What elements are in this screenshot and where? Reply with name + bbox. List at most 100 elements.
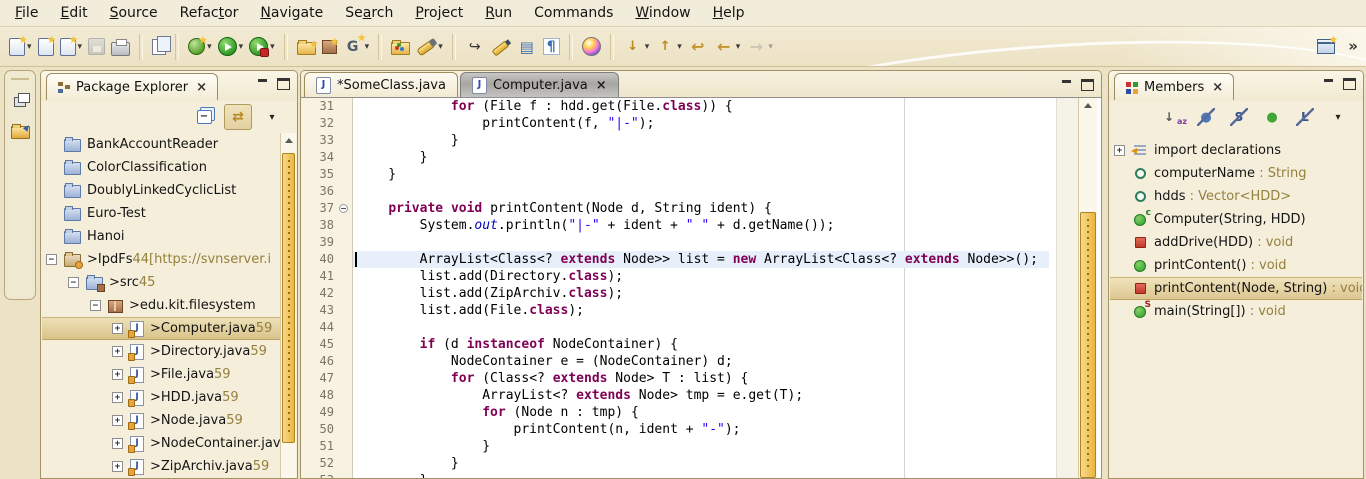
show-whitespace-button[interactable]: ¶ [540, 32, 563, 62]
close-view-icon[interactable]: × [196, 80, 207, 95]
synchronize-button[interactable] [149, 32, 169, 62]
new-class-button[interactable] [35, 32, 57, 62]
forward-button[interactable]: →▾ [743, 32, 776, 62]
close-view-icon[interactable]: × [1212, 80, 1223, 95]
dropdown-caret-icon[interactable]: ▾ [207, 42, 212, 52]
editor-scrollbar[interactable] [1078, 98, 1097, 478]
member-item-hdds[interactable]: hdds : Vector<HDD> [1110, 185, 1362, 208]
filter-static-button[interactable]: S [1226, 105, 1252, 129]
tree-item-Hanoi[interactable]: Hanoi [42, 225, 281, 248]
editor-tab-SomeClass.java[interactable]: J*SomeClass.java [304, 72, 458, 97]
dropdown-caret-icon[interactable]: ▾ [677, 42, 682, 52]
code-line-35[interactable]: 35 } [301, 166, 1049, 183]
tree-item-Directory.java[interactable]: +J> Directory.java 59 [42, 340, 281, 363]
highlighter-button[interactable] [488, 32, 514, 62]
menu-file[interactable]: File [4, 2, 49, 24]
menu-help[interactable]: Help [702, 2, 756, 24]
menu-run[interactable]: Run [474, 2, 523, 24]
maximize-button[interactable] [1343, 78, 1356, 89]
tree-item-edu.kit.filesystem[interactable]: −> edu.kit.filesystem [42, 294, 281, 317]
dropdown-caret-icon[interactable]: ▾ [78, 42, 83, 52]
code-line-31[interactable]: 31 for (File f : hdd.get(File.class)) { [301, 98, 1049, 115]
menu-commands[interactable]: Commands [523, 2, 624, 24]
menu-window[interactable]: Window [624, 2, 701, 24]
tree-item-HDD.java[interactable]: +J> HDD.java 59 [42, 386, 281, 409]
last-edit-location-button[interactable]: ↩ [685, 32, 711, 62]
code-line-47[interactable]: 47 for (Class<? extends Node> T : list) … [301, 370, 1049, 387]
dropdown-caret-icon[interactable]: ▾ [768, 42, 773, 52]
code-line-38[interactable]: 38 System.out.println("|-" + ident + " "… [301, 217, 1049, 234]
code-line-49[interactable]: 49 for (Node n : tmp) { [301, 404, 1049, 421]
maximize-button[interactable] [1081, 79, 1094, 90]
code-line-43[interactable]: 43 list.add(File.class); [301, 302, 1049, 319]
code-line-45[interactable]: 45 if (d instanceof NodeContainer) { [301, 336, 1049, 353]
sort-button[interactable]: ↓ [1160, 105, 1186, 129]
restore-view-button[interactable] [8, 90, 32, 114]
code-line-48[interactable]: 48 ArrayList<? extends Node> tmp = e.get… [301, 387, 1049, 404]
run-button[interactable]: ▾ [215, 32, 247, 62]
scroll-up-icon[interactable] [281, 133, 296, 147]
dropdown-caret-icon[interactable]: ▾ [239, 42, 244, 52]
member-item-importdeclarations[interactable]: +import declarations [1110, 139, 1362, 162]
new-wizard-button[interactable]: ▾ [6, 32, 35, 62]
code-line-32[interactable]: 32 printContent(f, "|-"); [301, 115, 1049, 132]
editor-tab-Computer.java[interactable]: JComputer.java× [460, 72, 619, 97]
menu-edit[interactable]: Edit [49, 2, 98, 24]
expand-icon[interactable]: + [112, 392, 123, 403]
open-type-button[interactable] [388, 32, 413, 62]
code-line-40[interactable]: 40 ArrayList<Class<? extends Node>> list… [301, 251, 1049, 268]
tree-item-ZipArchiv.java[interactable]: +J> ZipArchiv.java 59 [42, 455, 281, 478]
code-line-42[interactable]: 42 list.add(ZipArchiv.class); [301, 285, 1049, 302]
tree-item-IpdFs[interactable]: −> IpdFs 44 [https://svnserver.i [42, 248, 281, 271]
code-line-52[interactable]: 52 } [301, 455, 1049, 472]
tree-item-Euro-Test[interactable]: Euro-Test [42, 202, 281, 225]
view-menu-button[interactable]: ▾ [259, 105, 285, 129]
member-item-computerName[interactable]: computerName : String [1110, 162, 1362, 185]
code-line-50[interactable]: 50 printContent(n, ident + "-"); [301, 421, 1049, 438]
tree-item-Node.java[interactable]: +J> Node.java 59 [42, 409, 281, 432]
expand-icon[interactable]: + [112, 346, 123, 357]
link-with-editor-button[interactable]: ⇄ [224, 104, 252, 130]
web-browser-button[interactable] [579, 32, 604, 62]
menu-source[interactable]: Source [99, 2, 169, 24]
debug-button[interactable]: ▾ [185, 32, 215, 62]
scroll-up-icon[interactable] [1079, 98, 1097, 112]
show-public-button[interactable]: ● [1259, 105, 1285, 129]
close-tab-icon[interactable]: × [596, 78, 607, 93]
dropdown-caret-icon[interactable]: ▾ [27, 42, 32, 52]
code-line-37[interactable]: 37 private void printContent(Node d, Str… [301, 200, 1049, 217]
filter-local-button[interactable]: L [1292, 105, 1318, 129]
tree-item-Computer.java[interactable]: +J> Computer.java 59 [42, 317, 281, 340]
scrollbar-thumb[interactable] [1080, 212, 1096, 478]
code-line-41[interactable]: 41 list.add(Directory.class); [301, 268, 1049, 285]
code-line-53[interactable]: 53 } [301, 472, 1049, 478]
code-line-34[interactable]: 34 } [301, 149, 1049, 166]
run-external-button[interactable]: ▾ [246, 32, 278, 62]
member-item-ComputerStringHDD[interactable]: cComputer(String, HDD) [1110, 208, 1362, 231]
dropdown-caret-icon[interactable]: ▾ [270, 42, 275, 52]
code-editor[interactable]: 31 for (File f : hdd.get(File.class)) {3… [301, 98, 1101, 478]
expand-icon[interactable]: + [112, 323, 123, 334]
tree-item-ColorClassification[interactable]: ColorClassification [42, 156, 281, 179]
code-line-33[interactable]: 33 } [301, 132, 1049, 149]
package-explorer-scrollbar[interactable] [280, 133, 296, 478]
tree-item-File.java[interactable]: +J> File.java 59 [42, 363, 281, 386]
fold-collapse-icon[interactable] [339, 204, 348, 213]
member-item-printContent[interactable]: printContent() : void [1110, 254, 1362, 277]
open-declaration-button[interactable]: ↪ [462, 32, 488, 62]
code-line-51[interactable]: 51 } [301, 438, 1049, 455]
tree-item-NodeContainer.java[interactable]: +J> NodeContainer.java 59 [42, 432, 281, 455]
expand-icon[interactable]: + [112, 438, 123, 449]
scrollbar-thumb[interactable] [282, 153, 295, 443]
expand-icon[interactable]: + [1114, 145, 1125, 156]
save-button[interactable] [85, 32, 108, 62]
expand-icon[interactable]: + [112, 415, 123, 426]
minimize-button[interactable] [257, 78, 270, 89]
new-editor-button[interactable]: ▾ [57, 32, 86, 62]
print-button[interactable] [108, 32, 133, 62]
collapse-icon[interactable]: − [90, 300, 101, 311]
package-explorer-tab[interactable]: Package Explorer × [46, 73, 218, 100]
next-annotation-button[interactable]: ↓▾ [620, 32, 653, 62]
collapse-icon[interactable]: − [68, 277, 79, 288]
menu-project[interactable]: Project [404, 2, 474, 24]
